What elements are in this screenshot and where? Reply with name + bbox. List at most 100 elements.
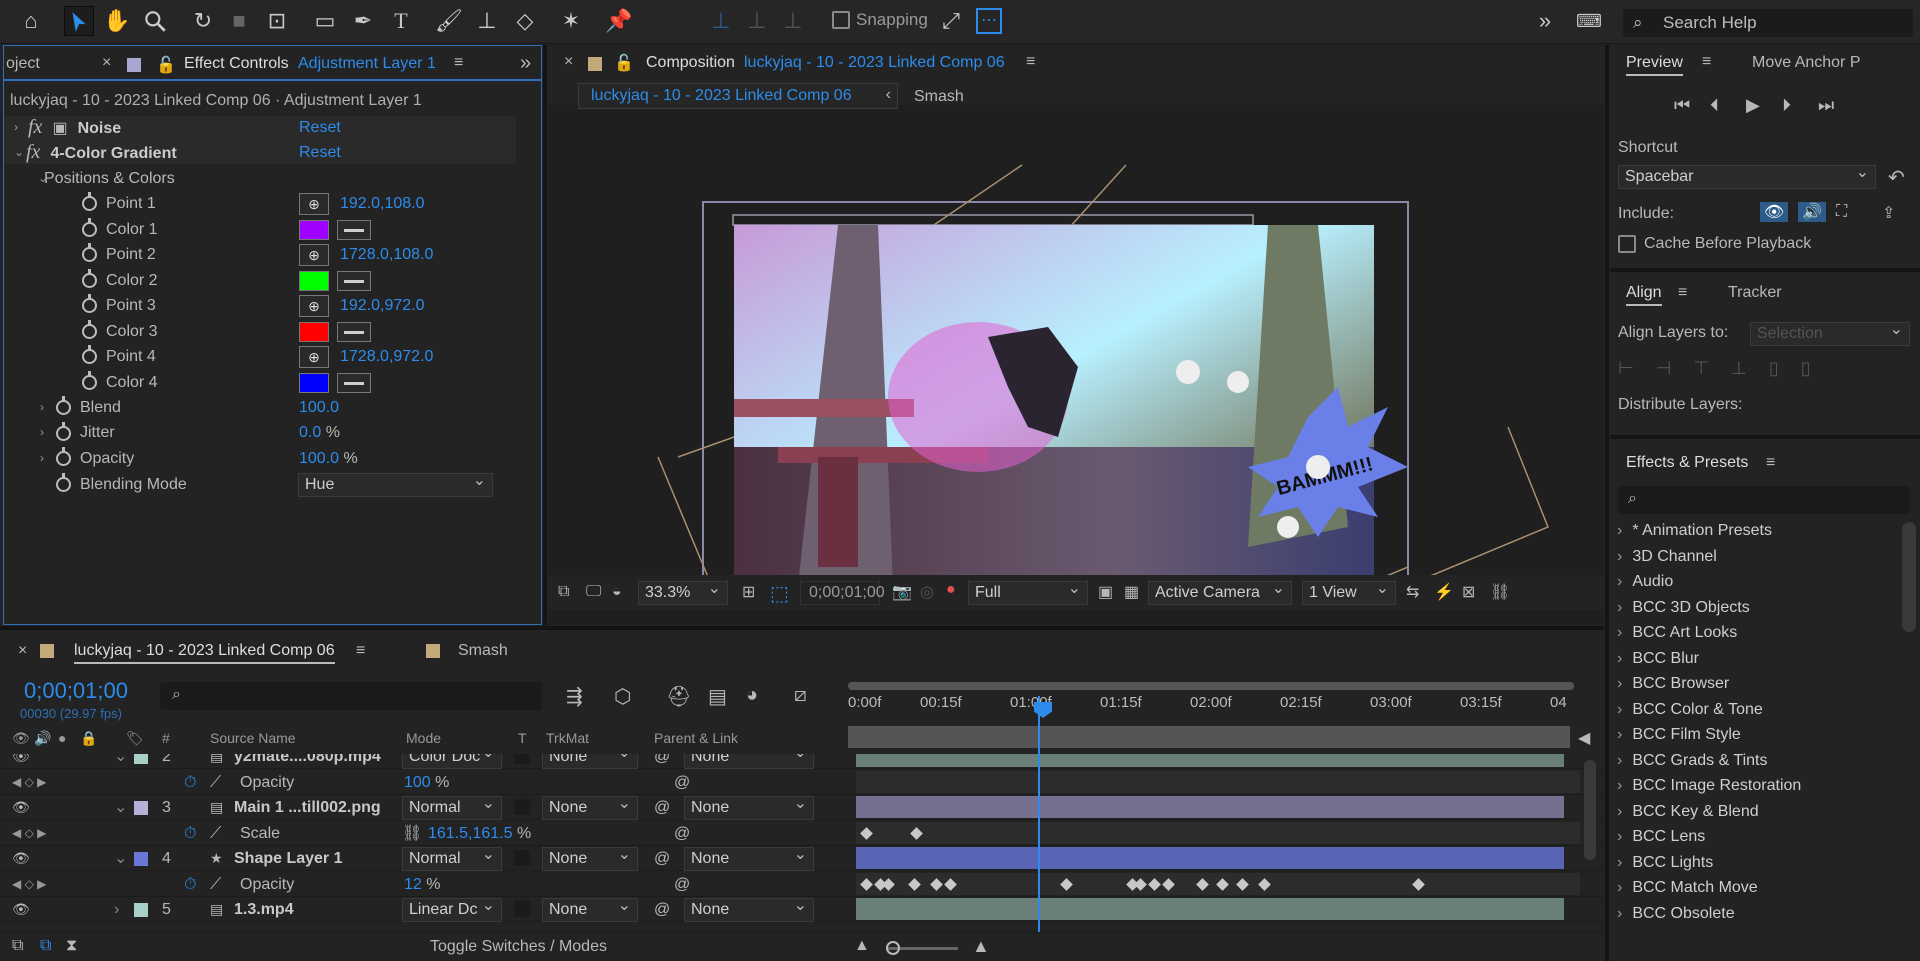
zoom-tool-icon[interactable]: [140, 6, 170, 36]
roto-brush-tool-icon[interactable]: ✶: [556, 6, 586, 36]
snapshot-icon[interactable]: 📷: [892, 582, 912, 602]
tab-align[interactable]: Align: [1626, 284, 1662, 306]
display-icon[interactable]: 🖵: [586, 583, 601, 601]
effects-list-item[interactable]: BCC Color & Tone: [1617, 701, 1762, 719]
cache-before-playback[interactable]: Cache Before Playback: [1618, 235, 1811, 253]
mask-path-icon[interactable]: ⬚: [770, 581, 789, 606]
stopwatch-icon[interactable]: [56, 422, 71, 441]
fast-preview-icon[interactable]: ⚡: [1434, 582, 1454, 602]
table-row[interactable]: 👁⌄2▤y2mate....080p.mp4Color DocNone@None: [0, 754, 1604, 769]
layer-duration-bar[interactable]: [856, 898, 1564, 920]
tab-effect-controls[interactable]: Effect Controls: [184, 55, 289, 73]
stopwatch-icon[interactable]: [82, 268, 97, 288]
view-options-icon[interactable]: ⇆: [1406, 582, 1419, 602]
grid-icon[interactable]: ⊞: [742, 582, 755, 602]
color-swatch[interactable]: [299, 321, 329, 342]
effects-search-input[interactable]: ⌕: [1618, 486, 1910, 514]
keyframe-nav-icon[interactable]: ◀ ◇ ▶: [12, 770, 46, 795]
stopwatch-icon[interactable]: [56, 473, 71, 492]
shy-layers-icon[interactable]: ⛑: [666, 684, 691, 709]
effects-list-item[interactable]: BCC Browser: [1617, 675, 1729, 693]
workspace-overflow-icon[interactable]: »: [1530, 6, 1560, 36]
stopwatch-icon[interactable]: [82, 319, 97, 339]
pickwhip-icon[interactable]: @: [654, 795, 670, 820]
effects-list-item[interactable]: BCC Lights: [1617, 854, 1713, 872]
point-value[interactable]: 192.0,108.0: [340, 191, 425, 216]
expand-icon[interactable]: ⌄: [114, 754, 127, 769]
camera-tool-icon[interactable]: ■: [224, 6, 254, 36]
property-row[interactable]: ◀ ◇ ▶ ⏱ ⟋ Scale ⛓ 161.5,161.5 % @: [0, 821, 1604, 846]
keyframe-nav-icon[interactable]: ◀ ◇ ▶: [12, 872, 46, 897]
parent-dropdown[interactable]: None: [684, 793, 814, 820]
layer-name[interactable]: Main 1 ...till002.png: [234, 795, 381, 820]
eye-icon[interactable]: 👁: [12, 897, 30, 922]
snapping-checkbox[interactable]: [832, 11, 850, 29]
pickwhip-icon[interactable]: @: [674, 821, 690, 846]
channel-icon[interactable]: ●: [946, 581, 956, 599]
effects-list-item[interactable]: BCC Lens: [1617, 828, 1705, 846]
panel-overflow-icon[interactable]: »: [520, 52, 531, 75]
preserve-transparency[interactable]: [514, 754, 530, 764]
property-value[interactable]: 12: [404, 876, 422, 893]
mode-dropdown[interactable]: Linear Dc: [402, 895, 502, 922]
transparency-grid-icon[interactable]: ▦: [1124, 582, 1139, 602]
expand-icon[interactable]: ⌄: [114, 846, 127, 871]
tab-move-anchor[interactable]: Move Anchor P: [1752, 54, 1861, 72]
eyedropper-icon[interactable]: [337, 372, 371, 393]
stopwatch-icon[interactable]: [82, 345, 97, 364]
camera-dropdown[interactable]: Active Camera: [1148, 578, 1292, 605]
label-color[interactable]: [134, 903, 148, 917]
parent-dropdown[interactable]: None: [684, 754, 814, 769]
effects-list-item[interactable]: BCC Image Restoration: [1617, 777, 1801, 795]
timeline-navigator-icon[interactable]: ◀: [1578, 728, 1590, 748]
stopwatch-icon[interactable]: ⏱: [184, 821, 196, 846]
color-swatch[interactable]: [299, 270, 329, 291]
pickwhip-icon[interactable]: @: [654, 897, 670, 922]
local-axis-icon[interactable]: ⊥: [706, 6, 736, 36]
reset-icon[interactable]: ↶: [1888, 165, 1905, 190]
next-frame-icon[interactable]: ⏵: [1782, 95, 1791, 116]
effects-list-item[interactable]: BCC Art Looks: [1617, 624, 1737, 642]
panel-menu-icon[interactable]: ≡: [1026, 53, 1035, 71]
effects-list-item[interactable]: BCC 3D Objects: [1617, 599, 1749, 617]
preserve-transparency[interactable]: [514, 901, 530, 917]
scrollbar[interactable]: [1902, 522, 1916, 632]
mode-dropdown[interactable]: Normal: [402, 793, 502, 820]
pickwhip-icon[interactable]: @: [674, 770, 690, 795]
comp-flowchart-icon[interactable]: ⇶: [566, 684, 583, 709]
zoom-in-icon[interactable]: ▲: [972, 936, 990, 957]
show-snapshot-icon[interactable]: ◎: [920, 582, 934, 602]
view-layout-dropdown[interactable]: 1 View: [1302, 578, 1396, 605]
toggle-switches-modes[interactable]: Toggle Switches / Modes: [430, 938, 607, 956]
mode-dropdown[interactable]: Color Doc: [402, 754, 502, 769]
breadcrumb-active[interactable]: luckyjaq - 10 - 2023 Linked Comp 06 ‹: [578, 83, 898, 109]
effects-list-item[interactable]: Audio: [1617, 573, 1673, 591]
effects-list-item[interactable]: * Animation Presets: [1617, 522, 1772, 540]
label-color[interactable]: [134, 852, 148, 866]
panel-menu-icon[interactable]: ≡: [454, 54, 463, 72]
label-color[interactable]: [134, 754, 148, 764]
lock-icon[interactable]: 🔓: [614, 53, 634, 73]
fx-icon[interactable]: fx: [28, 116, 42, 138]
graph-icon[interactable]: ⟋: [210, 770, 221, 795]
mode-dropdown[interactable]: Normal: [402, 844, 502, 871]
resolution-dropdown[interactable]: Full: [968, 578, 1088, 605]
parent-dropdown[interactable]: None: [684, 844, 814, 871]
blend-value[interactable]: 100.0: [299, 395, 339, 420]
stopwatch-icon[interactable]: ⏱: [184, 770, 196, 795]
transfer-controls-icon[interactable]: ⧉: [40, 937, 51, 955]
opacity-value[interactable]: 100.0: [299, 450, 339, 467]
stopwatch-icon[interactable]: [82, 243, 97, 262]
home-icon[interactable]: ⌂: [16, 6, 46, 36]
table-row[interactable]: 👁⌄4★Shape Layer 1NormalNone@None: [0, 844, 1604, 871]
panel-menu-icon[interactable]: ≡: [356, 642, 365, 660]
trkmat-dropdown[interactable]: None: [542, 895, 638, 922]
align-to-dropdown[interactable]: Selection: [1750, 319, 1910, 346]
point-value[interactable]: 1728.0,108.0: [340, 242, 433, 267]
eyedropper-icon[interactable]: [337, 270, 371, 291]
preserve-transparency[interactable]: [514, 799, 530, 815]
point-value[interactable]: 192.0,972.0: [340, 293, 425, 318]
puppet-pin-tool-icon[interactable]: 📌: [604, 6, 634, 36]
trkmat-dropdown[interactable]: None: [542, 793, 638, 820]
include-audio-icon[interactable]: 🔊: [1798, 202, 1826, 222]
